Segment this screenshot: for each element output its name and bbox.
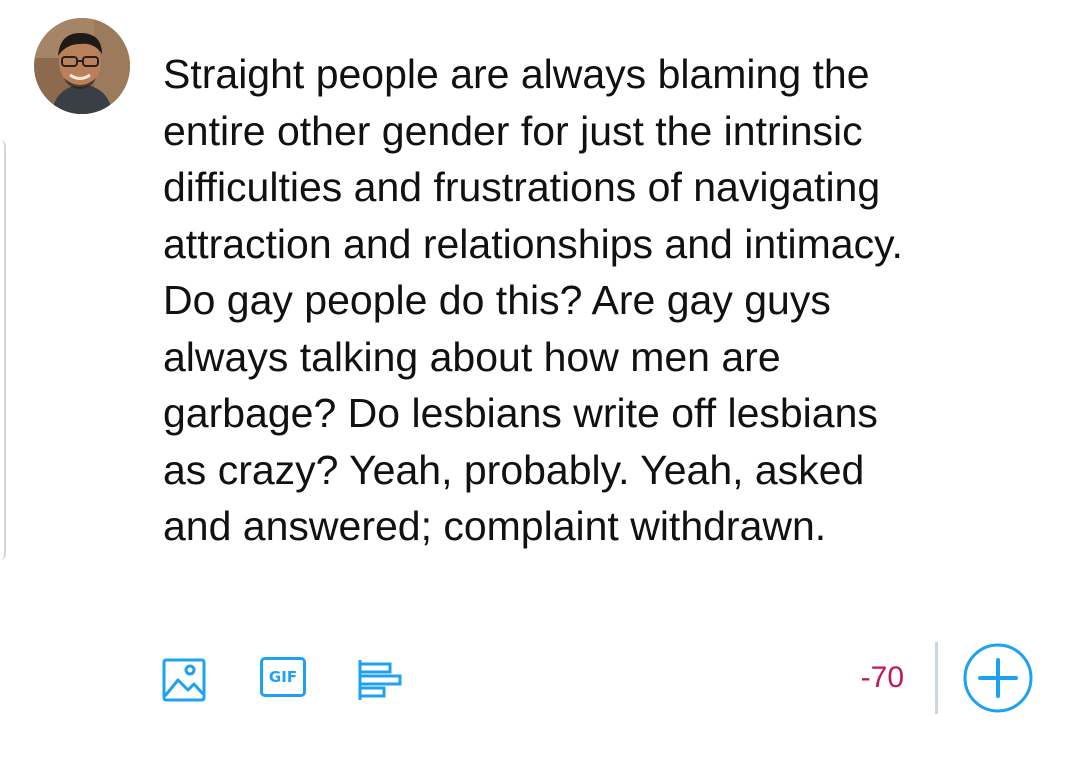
compose-line: Do gay people do this? Are gay guys — [163, 277, 831, 323]
add-image-button[interactable] — [160, 656, 208, 704]
toolbar-divider — [935, 642, 938, 714]
compose-line: and answered; complaint withdrawn. — [163, 503, 827, 549]
gif-icon: GIF — [268, 668, 298, 686]
add-thread-button[interactable] — [962, 642, 1034, 714]
compose-line: always talking about how men are — [163, 333, 781, 380]
image-icon — [162, 658, 206, 702]
plus-icon — [963, 643, 1033, 713]
add-gif-button[interactable]: GIF — [260, 657, 306, 697]
compose-textarea[interactable]: Straight people are always blaming the e… — [163, 46, 1063, 555]
avatar[interactable] — [34, 18, 130, 114]
avatar-image — [34, 18, 130, 114]
compose-line: attraction and relationships and intimac… — [163, 220, 903, 267]
compose-line: as crazy? Yeah, probably. Yeah, asked — [163, 446, 865, 493]
side-bracket — [0, 140, 6, 560]
compose-line: garbage? Do lesbians write off lesbians — [163, 390, 878, 436]
poll-icon — [358, 660, 402, 700]
add-poll-button[interactable] — [354, 656, 402, 704]
character-count: -70 — [860, 661, 904, 694]
compose-line: entire other gender for just the intrins… — [163, 107, 863, 154]
compose-line: difficulties and frustrations of navigat… — [163, 164, 881, 210]
compose-line: Straight people are always blaming the — [163, 51, 870, 97]
